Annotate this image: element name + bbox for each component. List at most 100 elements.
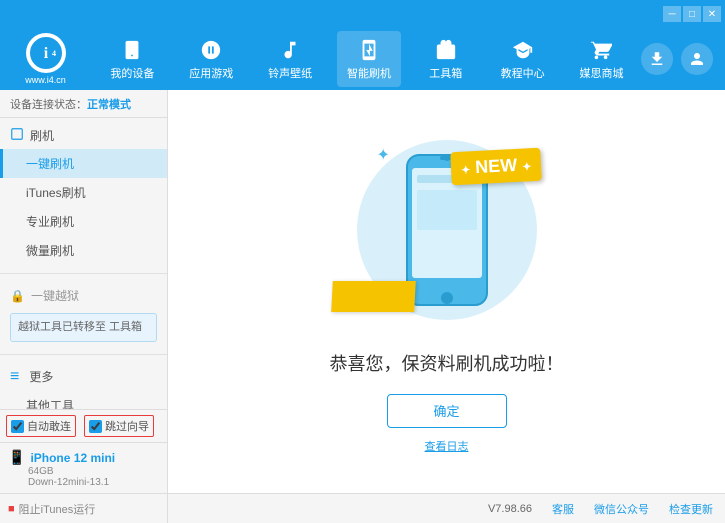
other-tools-label: 其他工具 (26, 399, 74, 410)
jailbreak-notice-text: 越狱工具已转移至 工具箱 (18, 321, 142, 333)
nav-tutorial-label: 教程中心 (501, 65, 545, 81)
nav-mall-label: 媒思商城 (579, 65, 623, 81)
sidebar-section-flash: 刷机 一键刷机 iTunes刷机 专业刷机 微量刷机 (0, 118, 167, 269)
pro-flash-label: 专业刷机 (26, 215, 74, 229)
mall-icon (588, 37, 614, 63)
ringtone-icon (277, 37, 303, 63)
lock-icon: 🔒 (10, 289, 25, 303)
flash-section-icon (10, 127, 24, 144)
new-badge: ✦ NEW ✦ (450, 147, 542, 185)
svg-text:4: 4 (52, 49, 56, 58)
check-update-link[interactable]: 检查更新 (669, 501, 713, 517)
auto-connect-label: 自动敢连 (27, 418, 71, 434)
nav-my-device[interactable]: 我的设备 (100, 31, 164, 87)
logo-icon: i 4 (26, 33, 66, 73)
itunes-stop-label: 阻止iTunes运行 (19, 501, 96, 517)
title-bar: ─ □ ✕ (0, 0, 725, 28)
sidebar-flash-label: 刷机 (30, 127, 54, 144)
one-key-flash-label: 一键刷机 (26, 157, 74, 171)
sparkle-1: ✦ (377, 145, 390, 165)
confirm-button[interactable]: 确定 (387, 394, 507, 428)
phone-illustration: ✦ ✦ ✦ ✦ NEW ✦ (347, 130, 547, 330)
success-title: 恭喜您，保资料刷机成功啦！ (330, 350, 564, 376)
sidebar-flash-header[interactable]: 刷机 (0, 122, 167, 149)
header: i 4 www.i4.cn 我的设备 应用游戏 (0, 28, 725, 90)
nav-app-games-label: 应用游戏 (189, 65, 233, 81)
sidebar-section-more: ≡ 更多 其他工具 下载固件 高级功能 (0, 359, 167, 410)
stop-icon: ■ (8, 503, 15, 515)
bottom-bar-right: V7.98.66 客服 微信公众号 检查更新 (168, 501, 725, 517)
wechat-link[interactable]: 微信公众号 (594, 501, 649, 517)
device-info-area: 📱 iPhone 12 mini 64GB Down-12mini-13.1 (0, 442, 167, 493)
nav-smart-flash-label: 智能刷机 (347, 65, 391, 81)
sidebar-item-other-tools[interactable]: 其他工具 (0, 391, 167, 410)
new-badge-suffix: ✦ (522, 161, 532, 173)
maximize-button[interactable]: □ (683, 6, 701, 22)
left-panel: 设备连接状态： 正常模式 刷机 一键刷机 (0, 90, 168, 493)
apps-icon (198, 37, 224, 63)
bottom-bar: ■ 阻止iTunes运行 V7.98.66 客服 微信公众号 检查更新 (0, 493, 725, 523)
minimize-button[interactable]: ─ (663, 6, 681, 22)
sidebar-jailbreak-header[interactable]: 🔒 一键越狱 (0, 282, 167, 309)
status-label: 设备连接状态： (10, 96, 87, 112)
auto-connect-checkbox[interactable] (11, 420, 24, 433)
itunes-bar-left: ■ 阻止iTunes运行 (0, 494, 168, 523)
sidebar-jailbreak-label: 一键越狱 (31, 287, 79, 304)
auto-connect-checkbox-label[interactable]: 自动敢连 (6, 415, 76, 437)
customer-service-link[interactable]: 客服 (552, 501, 574, 517)
nav-ringtone[interactable]: 铃声壁纸 (258, 31, 322, 87)
account-button[interactable] (681, 43, 713, 75)
skip-wizard-checkbox-label[interactable]: 跳过向导 (84, 415, 154, 437)
nav-smart-flash[interactable]: 智能刷机 (337, 31, 401, 87)
jailbreak-notice: 越狱工具已转移至 工具箱 (10, 313, 157, 342)
nav-app-games[interactable]: 应用游戏 (179, 31, 243, 87)
new-badge-text: NEW (475, 154, 518, 176)
nav-tutorial[interactable]: 教程中心 (491, 31, 555, 87)
divider-1 (0, 273, 167, 274)
sidebar-item-micro-flash[interactable]: 微量刷机 (0, 236, 167, 265)
download-button[interactable] (641, 43, 673, 75)
svg-text:i: i (43, 45, 48, 62)
sidebar-more-header[interactable]: ≡ 更多 (0, 363, 167, 391)
device-row: 📱 iPhone 12 mini (8, 449, 159, 466)
nav-toolbox-label: 工具箱 (429, 65, 462, 81)
window-controls: ─ □ ✕ (663, 6, 721, 22)
sidebar-more-label: 更多 (29, 368, 53, 385)
toolbox-icon (433, 37, 459, 63)
device-storage: 64GB (8, 466, 159, 477)
skip-wizard-label: 跳过向导 (105, 418, 149, 434)
divider-2 (0, 354, 167, 355)
logo-text: www.i4.cn (25, 75, 66, 85)
micro-flash-label: 微量刷机 (26, 244, 74, 258)
close-button[interactable]: ✕ (703, 6, 721, 22)
version-label: V7.98.66 (488, 503, 532, 515)
status-value: 正常模式 (87, 96, 131, 112)
new-badge-prefix: ✦ (461, 164, 471, 176)
nav-toolbox[interactable]: 工具箱 (416, 31, 476, 87)
nav-ringtone-label: 铃声壁纸 (268, 65, 312, 81)
sidebar-item-itunes-flash[interactable]: iTunes刷机 (0, 178, 167, 207)
nav-my-device-label: 我的设备 (110, 65, 154, 81)
skip-wizard-checkbox[interactable] (89, 420, 102, 433)
device-firmware: Down-12mini-13.1 (8, 477, 159, 488)
status-bar: 设备连接状态： 正常模式 (0, 90, 167, 118)
sidebar-section-jailbreak: 🔒 一键越狱 越狱工具已转移至 工具箱 (0, 278, 167, 350)
sidebar-item-one-key-flash[interactable]: 一键刷机 (0, 149, 167, 178)
main-area: ✦ ✦ ✦ ✦ NEW ✦ 恭喜您，保资料刷机成功啦！ 确定 (168, 90, 725, 493)
app-window: ─ □ ✕ i 4 www.i4.cn 我的设备 (0, 0, 725, 523)
nav-mall[interactable]: 媒思商城 (569, 31, 633, 87)
more-section-icon: ≡ (10, 368, 19, 386)
nav-items: 我的设备 应用游戏 铃声壁纸 智能刷机 (93, 31, 641, 87)
checkbox-area: 自动敢连 跳过向导 (0, 409, 167, 442)
content-body: ✦ ✦ ✦ ✦ NEW ✦ 恭喜您，保资料刷机成功啦！ 确定 (168, 90, 725, 493)
tutorial-icon (510, 37, 536, 63)
logo: i 4 www.i4.cn (8, 33, 83, 85)
sidebar-scroll: 刷机 一键刷机 iTunes刷机 专业刷机 微量刷机 (0, 118, 167, 409)
sidebar-item-pro-flash[interactable]: 专业刷机 (0, 207, 167, 236)
flash-icon (356, 37, 382, 63)
header-right (641, 43, 717, 75)
body-area: 设备连接状态： 正常模式 刷机 一键刷机 (0, 90, 725, 493)
share-link[interactable]: 查看日志 (425, 438, 469, 454)
device-icon (119, 37, 145, 63)
itunes-flash-label: iTunes刷机 (26, 186, 86, 200)
